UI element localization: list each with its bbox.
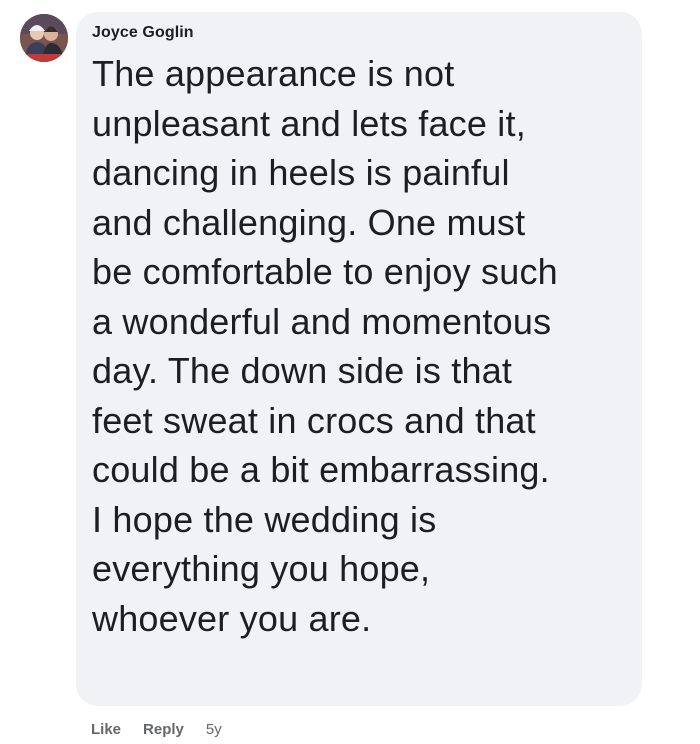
comment-line: everything you hope, (92, 548, 431, 589)
comment-line: be comfortable to enjoy such (92, 251, 558, 292)
comment-timestamp[interactable]: 5y (206, 721, 222, 738)
comment-line: a wonderful and momentous (92, 300, 552, 342)
comment-line: whoever you are. (92, 597, 372, 639)
comment-line: and challenging. One must (92, 201, 526, 243)
comment-line: unpleasant and lets face it, (92, 102, 526, 144)
like-button[interactable]: Like (91, 721, 121, 738)
comment-bubble: Joyce Goglin The appearance is not unplea… (76, 12, 642, 706)
comment-line: The appearance is not (92, 53, 455, 94)
user-avatar-photo-icon (20, 14, 68, 62)
comment-line: feet sweat in crocs and that (92, 399, 536, 441)
reply-button[interactable]: Reply (143, 721, 184, 738)
avatar[interactable] (20, 14, 68, 62)
comment-author[interactable]: Joyce Goglin (92, 22, 626, 44)
comment-line: could be a bit embarrassing. (92, 449, 550, 490)
comment-text: The appearance is not unpleasant and lets… (92, 49, 626, 643)
comment-actions: Like Reply 5y (91, 718, 222, 740)
comment-line: dancing in heels is painful (92, 152, 510, 193)
comment-line: day. The down side is that (92, 350, 513, 391)
comment: Joyce Goglin The appearance is not unplea… (0, 0, 700, 744)
comment-line: I hope the wedding is (92, 498, 437, 540)
